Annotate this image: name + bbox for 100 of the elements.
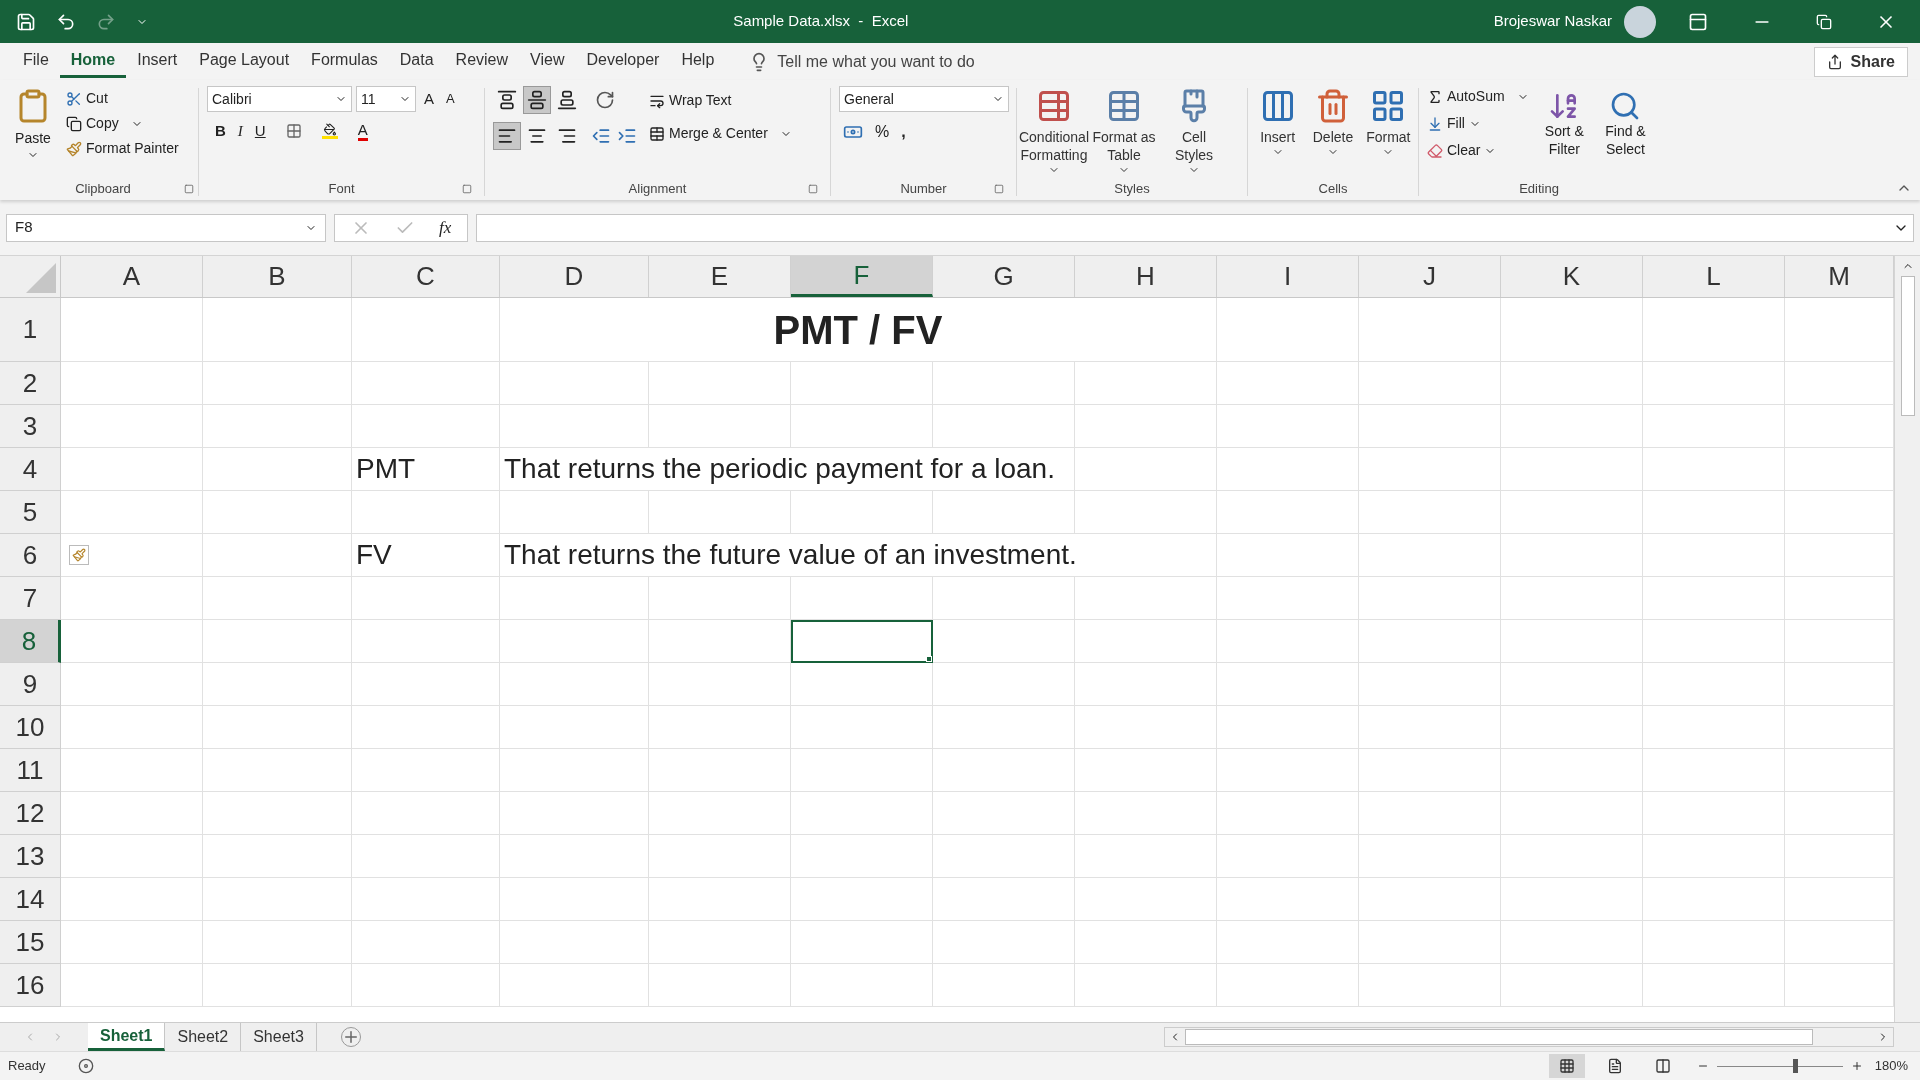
clear-button[interactable]: Clear [1427,140,1529,161]
merge-center-button[interactable]: Merge & Center [649,123,792,144]
ribbon-button[interactable]: Insert [1252,84,1304,158]
shrink-font-button[interactable]: A [442,89,459,109]
align-left-icon [497,126,517,146]
fill-button[interactable]: Fill [1427,113,1529,134]
ribbon-button[interactable]: Format [1362,84,1414,158]
wrap-text-button[interactable]: Wrap Text [649,90,792,111]
ribbon-tab[interactable]: File [12,45,60,78]
orientation-icon[interactable] [595,90,615,110]
macro-record-icon[interactable] [77,1058,94,1074]
ribbon-tab[interactable]: View [519,45,576,78]
group-label: Alignment [628,180,687,199]
column-header[interactable]: F [791,256,933,297]
paste-button[interactable]: Paste [8,84,58,178]
row-header[interactable]: 16 [0,964,61,1007]
tell-me-field[interactable]: Tell me what you want to do [777,49,1098,74]
row-header[interactable]: 12 [0,792,61,835]
active-cell[interactable] [791,620,933,663]
row-header[interactable]: 2 [0,362,61,405]
underline-button[interactable]: U [254,120,266,143]
ribbon-tab[interactable]: Help [670,45,726,78]
font-size-field[interactable]: 11 [356,86,416,112]
row-header[interactable]: 15 [0,921,61,964]
row-header[interactable]: 14 [0,878,61,921]
sheet-tab[interactable]: Sheet1 [88,1023,166,1051]
share-button[interactable]: Share [1813,46,1908,77]
fill-color-icon[interactable] [321,123,338,140]
column-header[interactable]: C [352,256,500,297]
decrease-indent-icon[interactable] [591,126,611,146]
cell-text: FV [355,538,392,572]
row-header[interactable]: 3 [0,405,61,448]
font-color-button[interactable]: A [357,121,368,141]
avatar[interactable] [1624,5,1656,38]
autosum-button[interactable]: AutoSum [1427,86,1529,107]
ribbon-tab[interactable]: Page Layout [188,45,301,78]
ribbon-tab[interactable]: Data [388,45,445,78]
column-header[interactable]: J [1359,256,1501,297]
formula-field[interactable] [476,213,1914,242]
dialog-launcher-icon[interactable] [994,184,1004,194]
increase-indent-icon[interactable] [617,126,637,146]
save-icon[interactable] [16,11,36,32]
number-format-field[interactable]: General [839,86,1009,112]
column-header[interactable]: L [1643,256,1785,297]
ribbon-tab[interactable]: Formulas [300,45,389,78]
row-header[interactable]: 10 [0,706,61,749]
comma-button[interactable]: , [901,120,906,144]
insert-function-button[interactable]: fx [439,214,452,241]
zoom-slider[interactable] [1716,1059,1843,1073]
column-header[interactable]: D [500,256,649,297]
name-box[interactable]: F8 [6,213,326,242]
user-name[interactable]: Brojeswar Naskar [1493,10,1612,33]
dialog-launcher-icon[interactable] [462,184,472,194]
row-header[interactable]: 4 [0,448,61,491]
horizontal-align-button[interactable] [493,122,521,150]
row-header[interactable]: 8 [0,620,61,663]
ribbon-tab[interactable]: Developer [575,45,671,78]
percent-button[interactable]: % [875,120,890,144]
restore-icon[interactable] [1816,13,1832,30]
dialog-launcher-icon[interactable] [184,184,194,194]
row-header[interactable]: 6 [0,534,61,577]
row-header[interactable]: 11 [0,749,61,792]
grow-font-button[interactable]: A [420,87,438,111]
borders-icon[interactable] [285,123,302,140]
italic-button[interactable]: I [237,120,243,143]
row-header[interactable]: 1 [0,298,61,362]
ribbon-tab[interactable]: Review [444,45,520,78]
ribbon-button[interactable]: Cell Styles [1161,84,1227,176]
vertical-scrollbar[interactable] [1894,256,1920,1022]
ribbon-tab[interactable]: Insert [126,45,189,78]
column-header[interactable]: H [1075,256,1217,297]
dialog-launcher-icon[interactable] [808,184,818,194]
ribbon-button[interactable]: Delete [1307,84,1359,158]
column-header[interactable]: A [61,256,203,297]
paste-options-icon[interactable] [69,545,89,565]
zoom-in-icon[interactable] [1850,1060,1863,1072]
column-header[interactable]: G [933,256,1075,297]
column-header[interactable]: K [1501,256,1643,297]
row-header[interactable]: 13 [0,835,61,878]
undo-icon[interactable] [56,11,76,32]
ribbon-display-icon[interactable] [1688,11,1708,32]
vertical-align-button[interactable] [523,86,551,114]
ribbon-button[interactable]: Conditional Formatting [1021,84,1087,176]
cut-button[interactable]: Cut [66,88,179,109]
column-header[interactable]: I [1217,256,1359,297]
row-header[interactable]: 7 [0,577,61,620]
ribbon-button[interactable]: Format as Table [1091,84,1157,176]
row-header[interactable]: 9 [0,663,61,706]
bold-button[interactable]: B [215,120,226,143]
row-header[interactable]: 5 [0,491,61,534]
sort-filter-button[interactable]: Sort & Filter [1540,86,1588,178]
copy-button[interactable]: Copy [66,113,179,134]
horizontal-scrollbar[interactable] [1164,1027,1894,1047]
format-painter-button[interactable]: Format Painter [66,138,179,159]
column-header[interactable]: B [203,256,352,297]
view-button[interactable] [1548,1054,1585,1078]
zoom-percent[interactable]: 180% [1874,1056,1908,1076]
find-select-button[interactable]: Find & Select [1599,86,1651,178]
zoom-thumb[interactable] [1792,1059,1798,1073]
font-name-field[interactable]: Calibri [207,86,352,112]
